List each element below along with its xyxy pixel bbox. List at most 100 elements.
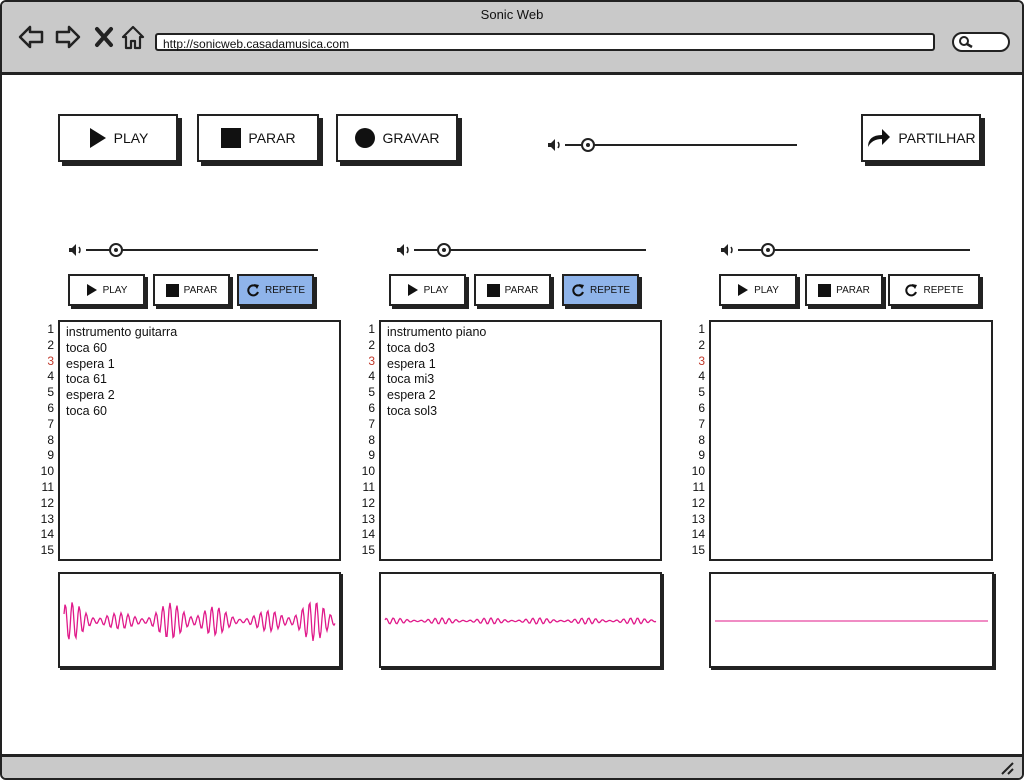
back-arrow-icon[interactable] — [18, 24, 44, 50]
line-number: 4 — [47, 369, 54, 384]
stop-label: PARAR — [836, 284, 870, 296]
share-button[interactable]: PARTILHAR — [861, 114, 981, 162]
stop-button[interactable]: PARAR — [197, 114, 319, 162]
close-icon[interactable] — [92, 24, 118, 50]
code-editor[interactable]: instrumento piano toca do3 espera 1 toca mi… — [379, 320, 662, 561]
repeat-label: REPETE — [923, 284, 964, 296]
track-play-button[interactable]: PLAY — [389, 274, 466, 306]
home-icon[interactable] — [120, 24, 146, 50]
line-number: 7 — [368, 416, 375, 431]
stop-icon — [818, 283, 832, 297]
line-number: 8 — [47, 432, 54, 447]
line-number: 2 — [47, 337, 54, 352]
address-bar[interactable]: http://sonicweb.casadamusica.com — [155, 33, 935, 51]
line-number: 8 — [698, 432, 705, 447]
track-play-button[interactable]: PLAY — [719, 274, 797, 306]
volume-knob[interactable] — [581, 138, 596, 152]
line-number: 14 — [40, 527, 54, 542]
line-number: 6 — [368, 400, 375, 415]
waveform-line — [384, 617, 657, 625]
repeat-icon — [905, 284, 918, 297]
volume-knob[interactable] — [761, 243, 776, 257]
code-line: espera 2 — [387, 388, 436, 403]
line-number: 1 — [368, 322, 375, 336]
search-field[interactable] — [952, 32, 1010, 52]
line-number: 3 — [47, 353, 54, 368]
line-number: 9 — [698, 448, 705, 463]
code-line: toca 60 — [66, 340, 108, 355]
line-number: 2 — [368, 337, 375, 352]
status-bar — [2, 754, 1022, 778]
record-icon — [355, 128, 376, 148]
play-icon — [407, 284, 418, 296]
code-editor[interactable] — [709, 320, 993, 561]
stop-icon — [221, 128, 242, 148]
track-stop-button[interactable]: PARAR — [805, 274, 883, 306]
volume-icon — [721, 244, 733, 256]
waveform — [63, 601, 336, 641]
line-number: 9 — [368, 448, 375, 463]
stop-label: PARAR — [248, 130, 296, 146]
play-label: PLAY — [423, 284, 449, 296]
stop-label: PARAR — [183, 284, 218, 296]
master-volume-slider[interactable] — [547, 138, 797, 152]
repeat-icon — [572, 284, 584, 297]
waveform-display — [709, 572, 994, 668]
line-number: 13 — [40, 511, 54, 526]
volume-knob[interactable] — [109, 243, 124, 257]
window-title: Sonic Web — [480, 7, 544, 22]
track-repeat-button[interactable]: REPETE — [237, 274, 314, 306]
line-numbers: 1 2 3 4 5 6 7 8 9 10 11 12 13 14 15 — [689, 322, 705, 559]
line-number: 10 — [361, 464, 375, 479]
line-number: 14 — [691, 527, 705, 542]
line-number: 3 — [698, 353, 705, 368]
repeat-label: REPETE — [589, 284, 630, 296]
track-stop-button[interactable]: PARAR — [153, 274, 230, 306]
track-volume-slider[interactable] — [396, 243, 646, 257]
line-number: 3 — [368, 353, 375, 368]
code-line: instrumento piano — [387, 325, 487, 339]
line-number: 1 — [698, 322, 705, 336]
line-number: 1 — [47, 322, 54, 336]
code-editor[interactable]: instrumento guitarra toca 60 espera 1 toca … — [58, 320, 341, 561]
line-number: 13 — [691, 511, 705, 526]
forward-arrow-icon[interactable] — [55, 24, 81, 50]
line-number: 14 — [361, 527, 375, 542]
play-label: PLAY — [102, 284, 128, 296]
play-button[interactable]: PLAY — [58, 114, 178, 162]
line-number: 11 — [41, 479, 54, 494]
resize-grip-icon[interactable] — [1000, 761, 1016, 775]
record-label: GRAVAR — [382, 130, 440, 146]
track-volume-slider[interactable] — [720, 243, 970, 257]
track-play-button[interactable]: PLAY — [68, 274, 145, 306]
play-label: PLAY — [754, 284, 779, 296]
line-number: 9 — [47, 448, 54, 463]
stop-icon — [486, 283, 500, 297]
waveform-display — [58, 572, 341, 668]
track-stop-button[interactable]: PARAR — [474, 274, 551, 306]
line-number: 4 — [368, 369, 375, 384]
line-number: 15 — [691, 543, 705, 558]
record-button[interactable]: GRAVAR — [336, 114, 458, 162]
volume-knob[interactable] — [437, 243, 452, 257]
code-line: espera 1 — [66, 356, 115, 371]
track-repeat-button[interactable]: REPETE — [562, 274, 639, 306]
play-icon — [86, 284, 97, 296]
line-number: 7 — [698, 416, 705, 431]
line-number: 7 — [47, 416, 54, 431]
volume-icon — [397, 244, 409, 256]
line-number: 12 — [691, 495, 705, 510]
track-volume-slider[interactable] — [68, 243, 318, 257]
line-number: 12 — [361, 495, 375, 510]
waveform — [715, 620, 988, 622]
code-line: toca mi3 — [387, 372, 435, 387]
line-number: 6 — [698, 400, 705, 415]
track-repeat-button[interactable]: REPETE — [888, 274, 980, 306]
line-number: 15 — [361, 543, 375, 558]
line-number: 2 — [698, 337, 705, 352]
browser-titlebar: Sonic Web http://sonicweb.casadamusica.c… — [2, 2, 1022, 75]
line-number: 15 — [40, 543, 54, 558]
line-numbers: 1 2 3 4 5 6 7 8 9 10 11 12 13 14 15 — [359, 322, 375, 559]
line-number: 8 — [368, 432, 375, 447]
browser-window: Sonic Web http://sonicweb.casadamusica.c… — [0, 0, 1024, 780]
